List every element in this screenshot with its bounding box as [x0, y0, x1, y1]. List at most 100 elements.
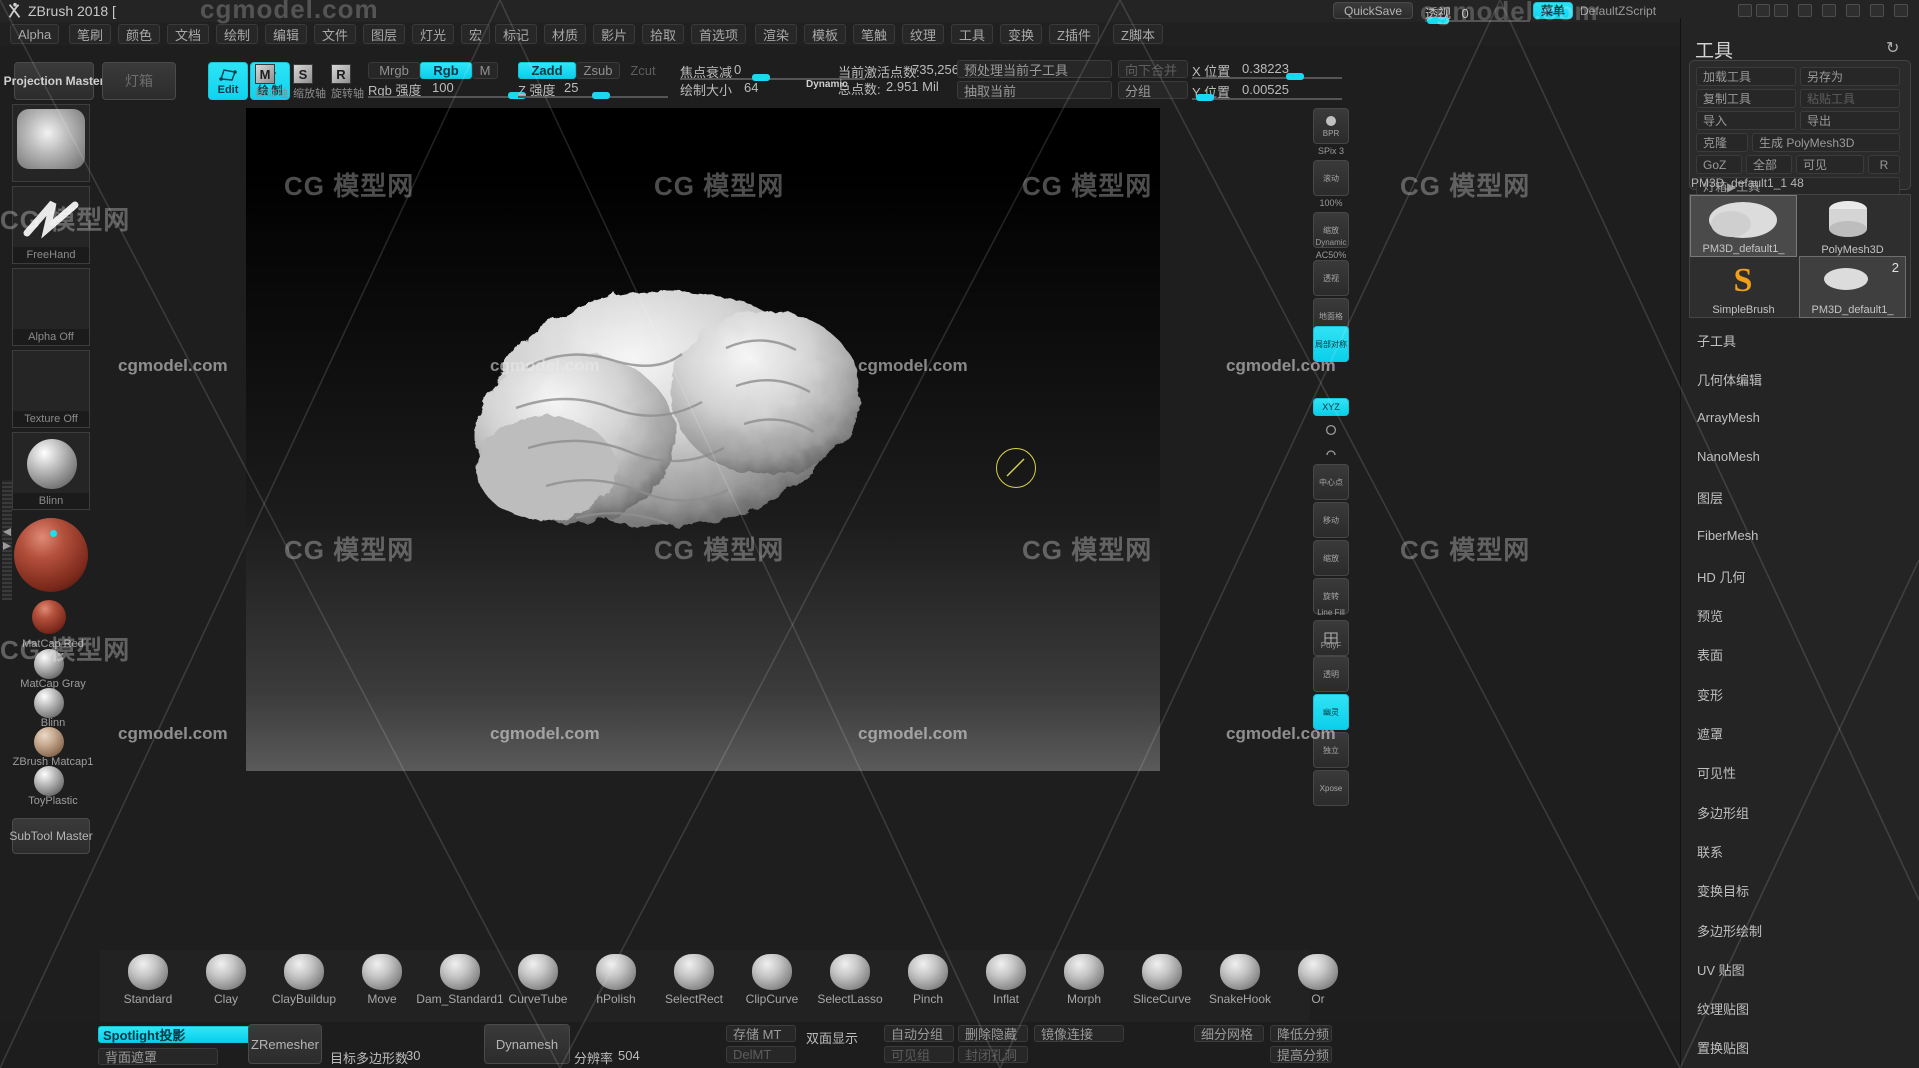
menu-item-22[interactable]: Z脚本 [1113, 24, 1163, 44]
menu-item-13[interactable]: 拾取 [642, 24, 685, 44]
zadd-button[interactable]: Zadd [518, 62, 576, 79]
tool-palette-item-6[interactable]: HD 几何 [1697, 567, 1745, 586]
menu-item-12[interactable]: 影片 [593, 24, 636, 44]
m-button[interactable]: M [472, 62, 498, 79]
y-position-track[interactable] [1192, 98, 1342, 100]
preprocess-current-subtool-button[interactable]: 预处理当前子工具 [957, 60, 1112, 78]
move-gizmo-button[interactable]: 移动 [1313, 502, 1349, 538]
tool-palette-item-7[interactable]: 预览 [1697, 606, 1723, 625]
brain-model[interactable] [246, 118, 1160, 771]
lightbox-button[interactable]: 灯箱 [102, 62, 176, 100]
scale-gizmo-button[interactable]: 缩放 [1313, 540, 1349, 576]
copy-tool-button[interactable]: 复制工具 [1696, 89, 1796, 108]
menu-item-19[interactable]: 工具 [951, 24, 994, 44]
projection-master-button[interactable]: Projection Master [4, 62, 104, 100]
menu-item-2[interactable]: 颜色 [118, 24, 161, 44]
delete-hidden-button[interactable]: 删除隐藏 [958, 1025, 1028, 1042]
double-display-label[interactable]: 双面显示 [806, 1028, 858, 1047]
symmetry-extra-2[interactable] [1313, 442, 1349, 462]
tool-thumb-pm3d-default1-2[interactable]: 2 PM3D_default1_ [1799, 256, 1906, 318]
toyplastic-sphere[interactable] [34, 766, 64, 796]
texture-swatch[interactable]: Texture Off [12, 350, 90, 428]
move-axis-button[interactable]: M 移动轴 [255, 64, 289, 100]
save-as-button[interactable]: 另存为 [1800, 67, 1900, 86]
import-button[interactable]: 导入 [1696, 111, 1796, 130]
local-transform-button[interactable]: 局部对称 [1313, 326, 1349, 362]
store-mt-button[interactable]: 存储 MT [726, 1025, 796, 1042]
polyframe-button[interactable] [1313, 620, 1349, 656]
group-button[interactable]: 分组 [1118, 81, 1188, 99]
frame-center-button[interactable]: 中心点 [1313, 464, 1349, 500]
mirror-weld-button[interactable]: 镜像连接 [1034, 1025, 1124, 1042]
refresh-icon[interactable]: ↻ [1886, 38, 1899, 58]
menu-item-14[interactable]: 首选项 [691, 24, 747, 44]
tool-palette-item-14[interactable]: 变换目标 [1697, 881, 1749, 900]
tool-palette-item-13[interactable]: 联系 [1697, 842, 1723, 861]
dynamesh-button[interactable]: Dynamesh [484, 1024, 570, 1064]
tool-thumb-simplebrush[interactable]: S SimpleBrush [1691, 257, 1796, 317]
tool-palette-item-9[interactable]: 变形 [1697, 685, 1723, 704]
rotate-axis-button[interactable]: R 旋转轴 [331, 64, 365, 100]
tool-thumb-polymesh3d[interactable]: PolyMesh3D [1800, 243, 1905, 257]
menu-item-9[interactable]: 宏 [461, 24, 491, 44]
toolbar-icon-6[interactable] [1846, 4, 1860, 17]
extract-current-button[interactable]: 抽取当前 [957, 81, 1112, 99]
toolbar-icon-2[interactable] [1756, 4, 1770, 17]
tool-palette-item-10[interactable]: 遮罩 [1697, 724, 1723, 743]
matcap-gray-sphere[interactable] [34, 649, 64, 679]
zremesher-button[interactable]: ZRemesher [248, 1024, 322, 1064]
xyz-symmetry-button[interactable]: XYZ [1313, 398, 1349, 416]
menu-item-4[interactable]: 绘制 [216, 24, 259, 44]
3d-viewport[interactable] [246, 118, 1160, 771]
tool-palette-item-15[interactable]: 多边形绘制 [1697, 921, 1762, 940]
menu-item-17[interactable]: 笔触 [853, 24, 896, 44]
visible-button[interactable]: 可见 [1796, 155, 1864, 174]
material-swatch[interactable]: Blinn [12, 432, 90, 510]
merge-down-button[interactable]: 向下合并 [1118, 60, 1188, 78]
all-button[interactable]: 全部 [1746, 155, 1792, 174]
toolbar-icon-5[interactable] [1822, 4, 1836, 17]
toolbar-icon-4[interactable] [1798, 4, 1812, 17]
blinn-sphere[interactable] [34, 688, 64, 718]
menu-item-0[interactable]: Alpha [10, 24, 60, 44]
tool-palette-item-11[interactable]: 可见性 [1697, 763, 1736, 782]
paste-tool-button[interactable]: 粘贴工具 [1800, 89, 1900, 108]
raise-subdiv-button[interactable]: 提高分频 [1270, 1046, 1332, 1063]
menu-item-21[interactable]: Z插件 [1049, 24, 1099, 44]
make-polymesh3d-button[interactable]: 生成 PolyMesh3D [1752, 133, 1900, 152]
menu-item-1[interactable]: 笔刷 [69, 24, 112, 44]
menu-item-16[interactable]: 模板 [804, 24, 847, 44]
clone-button[interactable]: 克隆 [1696, 133, 1748, 152]
subdivide-mesh-button[interactable]: 细分网格 [1194, 1025, 1264, 1042]
alpha-swatch[interactable]: Alpha Off [12, 268, 90, 346]
tool-palette-item-17[interactable]: 纹理贴图 [1697, 999, 1749, 1018]
toolbar-icon-8[interactable] [1894, 4, 1908, 17]
current-brush-swatch[interactable] [12, 104, 90, 182]
mrgb-button[interactable]: Mrgb [368, 62, 420, 79]
xpose-button[interactable]: Xpose [1313, 770, 1349, 806]
scale-axis-button[interactable]: S 缩放轴 [293, 64, 327, 100]
x-position-track[interactable] [1192, 77, 1342, 79]
tool-thumb-pm3d-default1[interactable]: PM3D_default1_ [1690, 195, 1797, 257]
delete-mt-button[interactable]: DelMT [726, 1046, 796, 1063]
export-button[interactable]: 导出 [1800, 111, 1900, 130]
tool-palette-item-0[interactable]: 子工具 [1697, 331, 1736, 350]
menu-item-10[interactable]: 标记 [495, 24, 538, 44]
tool-palette-item-16[interactable]: UV 贴图 [1697, 960, 1745, 979]
subtool-master-button[interactable]: SubTool Master [9, 818, 93, 854]
spotlight-projection-button[interactable]: Spotlight投影 [98, 1026, 253, 1043]
menu-item-8[interactable]: 灯光 [412, 24, 455, 44]
perspective-slider-knob[interactable] [1427, 17, 1449, 24]
menu-toggle-button[interactable]: 菜单 [1533, 2, 1573, 19]
r-button[interactable]: R [1868, 155, 1900, 174]
shelf-collapse-arrows-icon[interactable] [1, 524, 13, 554]
menu-item-7[interactable]: 图层 [363, 24, 406, 44]
current-color-picker[interactable] [14, 518, 88, 592]
visible-group-button[interactable]: 可见组 [884, 1046, 954, 1063]
symmetry-extra-1[interactable] [1313, 420, 1349, 440]
menu-item-20[interactable]: 变换 [1000, 24, 1043, 44]
goz-button[interactable]: GoZ [1696, 155, 1742, 174]
z-intensity-knob[interactable] [592, 92, 610, 99]
menu-item-15[interactable]: 渲染 [755, 24, 798, 44]
transparency-button[interactable]: 透明 [1313, 656, 1349, 692]
